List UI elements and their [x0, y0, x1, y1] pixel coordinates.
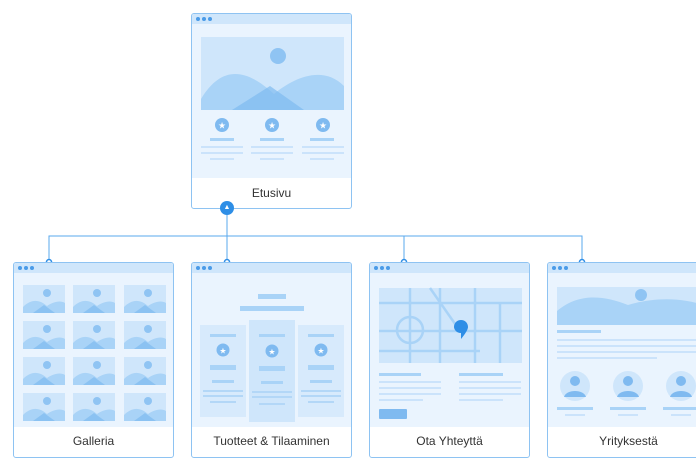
caret-up-icon[interactable]: ▲ — [220, 201, 234, 215]
image-thumbnail — [73, 321, 115, 349]
svg-text:★: ★ — [268, 348, 275, 357]
svg-text:★: ★ — [218, 122, 226, 132]
user-icon — [666, 371, 696, 401]
about-page-card[interactable]: Yrityksestä — [547, 262, 696, 458]
product-column: ★ — [200, 325, 246, 417]
image-thumbnail — [124, 321, 166, 349]
user-icon — [613, 371, 643, 401]
sun-circle — [270, 48, 286, 64]
svg-text:★: ★ — [319, 122, 327, 132]
product-column: ★ — [298, 325, 344, 417]
image-thumbnail — [73, 357, 115, 385]
image-thumbnail — [124, 393, 166, 421]
submit-button-placeholder — [379, 409, 407, 419]
gallery-wireframe — [14, 273, 173, 427]
image-thumbnail — [124, 357, 166, 385]
home-page-label: Etusivu — [251, 186, 292, 200]
products-page-label: Tuotteet & Tilaaminen — [213, 434, 330, 448]
svg-text:★: ★ — [317, 347, 324, 356]
image-thumbnail — [23, 285, 65, 313]
home-page-card[interactable]: ★ ★ ★ Etusivu — [191, 13, 352, 209]
image-thumbnail — [23, 321, 65, 349]
products-wireframe: ★ ★ ★ — [192, 273, 351, 427]
gallery-page-card[interactable]: Galleria — [13, 262, 174, 458]
user-icon — [560, 371, 590, 401]
image-thumbnail — [23, 393, 65, 421]
image-thumbnail — [73, 393, 115, 421]
contact-page-card[interactable]: Ota Yhteyttä — [369, 262, 530, 458]
contact-page-label: Ota Yhteyttä — [416, 434, 483, 448]
image-thumbnail — [23, 357, 65, 385]
about-page-label: Yrityksestä — [599, 434, 658, 448]
svg-text:★: ★ — [219, 347, 226, 356]
products-page-card[interactable]: ★ ★ ★ Tuotteet & Tilaaminen — [191, 262, 352, 458]
home-wireframe: ★ ★ ★ — [192, 24, 351, 178]
image-thumbnail — [73, 285, 115, 313]
contact-wireframe — [370, 273, 529, 427]
svg-text:★: ★ — [268, 122, 276, 132]
star-icon: ★ — [316, 118, 330, 132]
star-icon: ★ — [215, 118, 229, 132]
star-icon: ★ — [265, 118, 279, 132]
gallery-page-label: Galleria — [72, 434, 115, 448]
map-block — [379, 287, 522, 363]
image-thumbnail — [124, 285, 166, 313]
about-wireframe — [548, 273, 696, 427]
product-column: ★ — [249, 320, 295, 422]
